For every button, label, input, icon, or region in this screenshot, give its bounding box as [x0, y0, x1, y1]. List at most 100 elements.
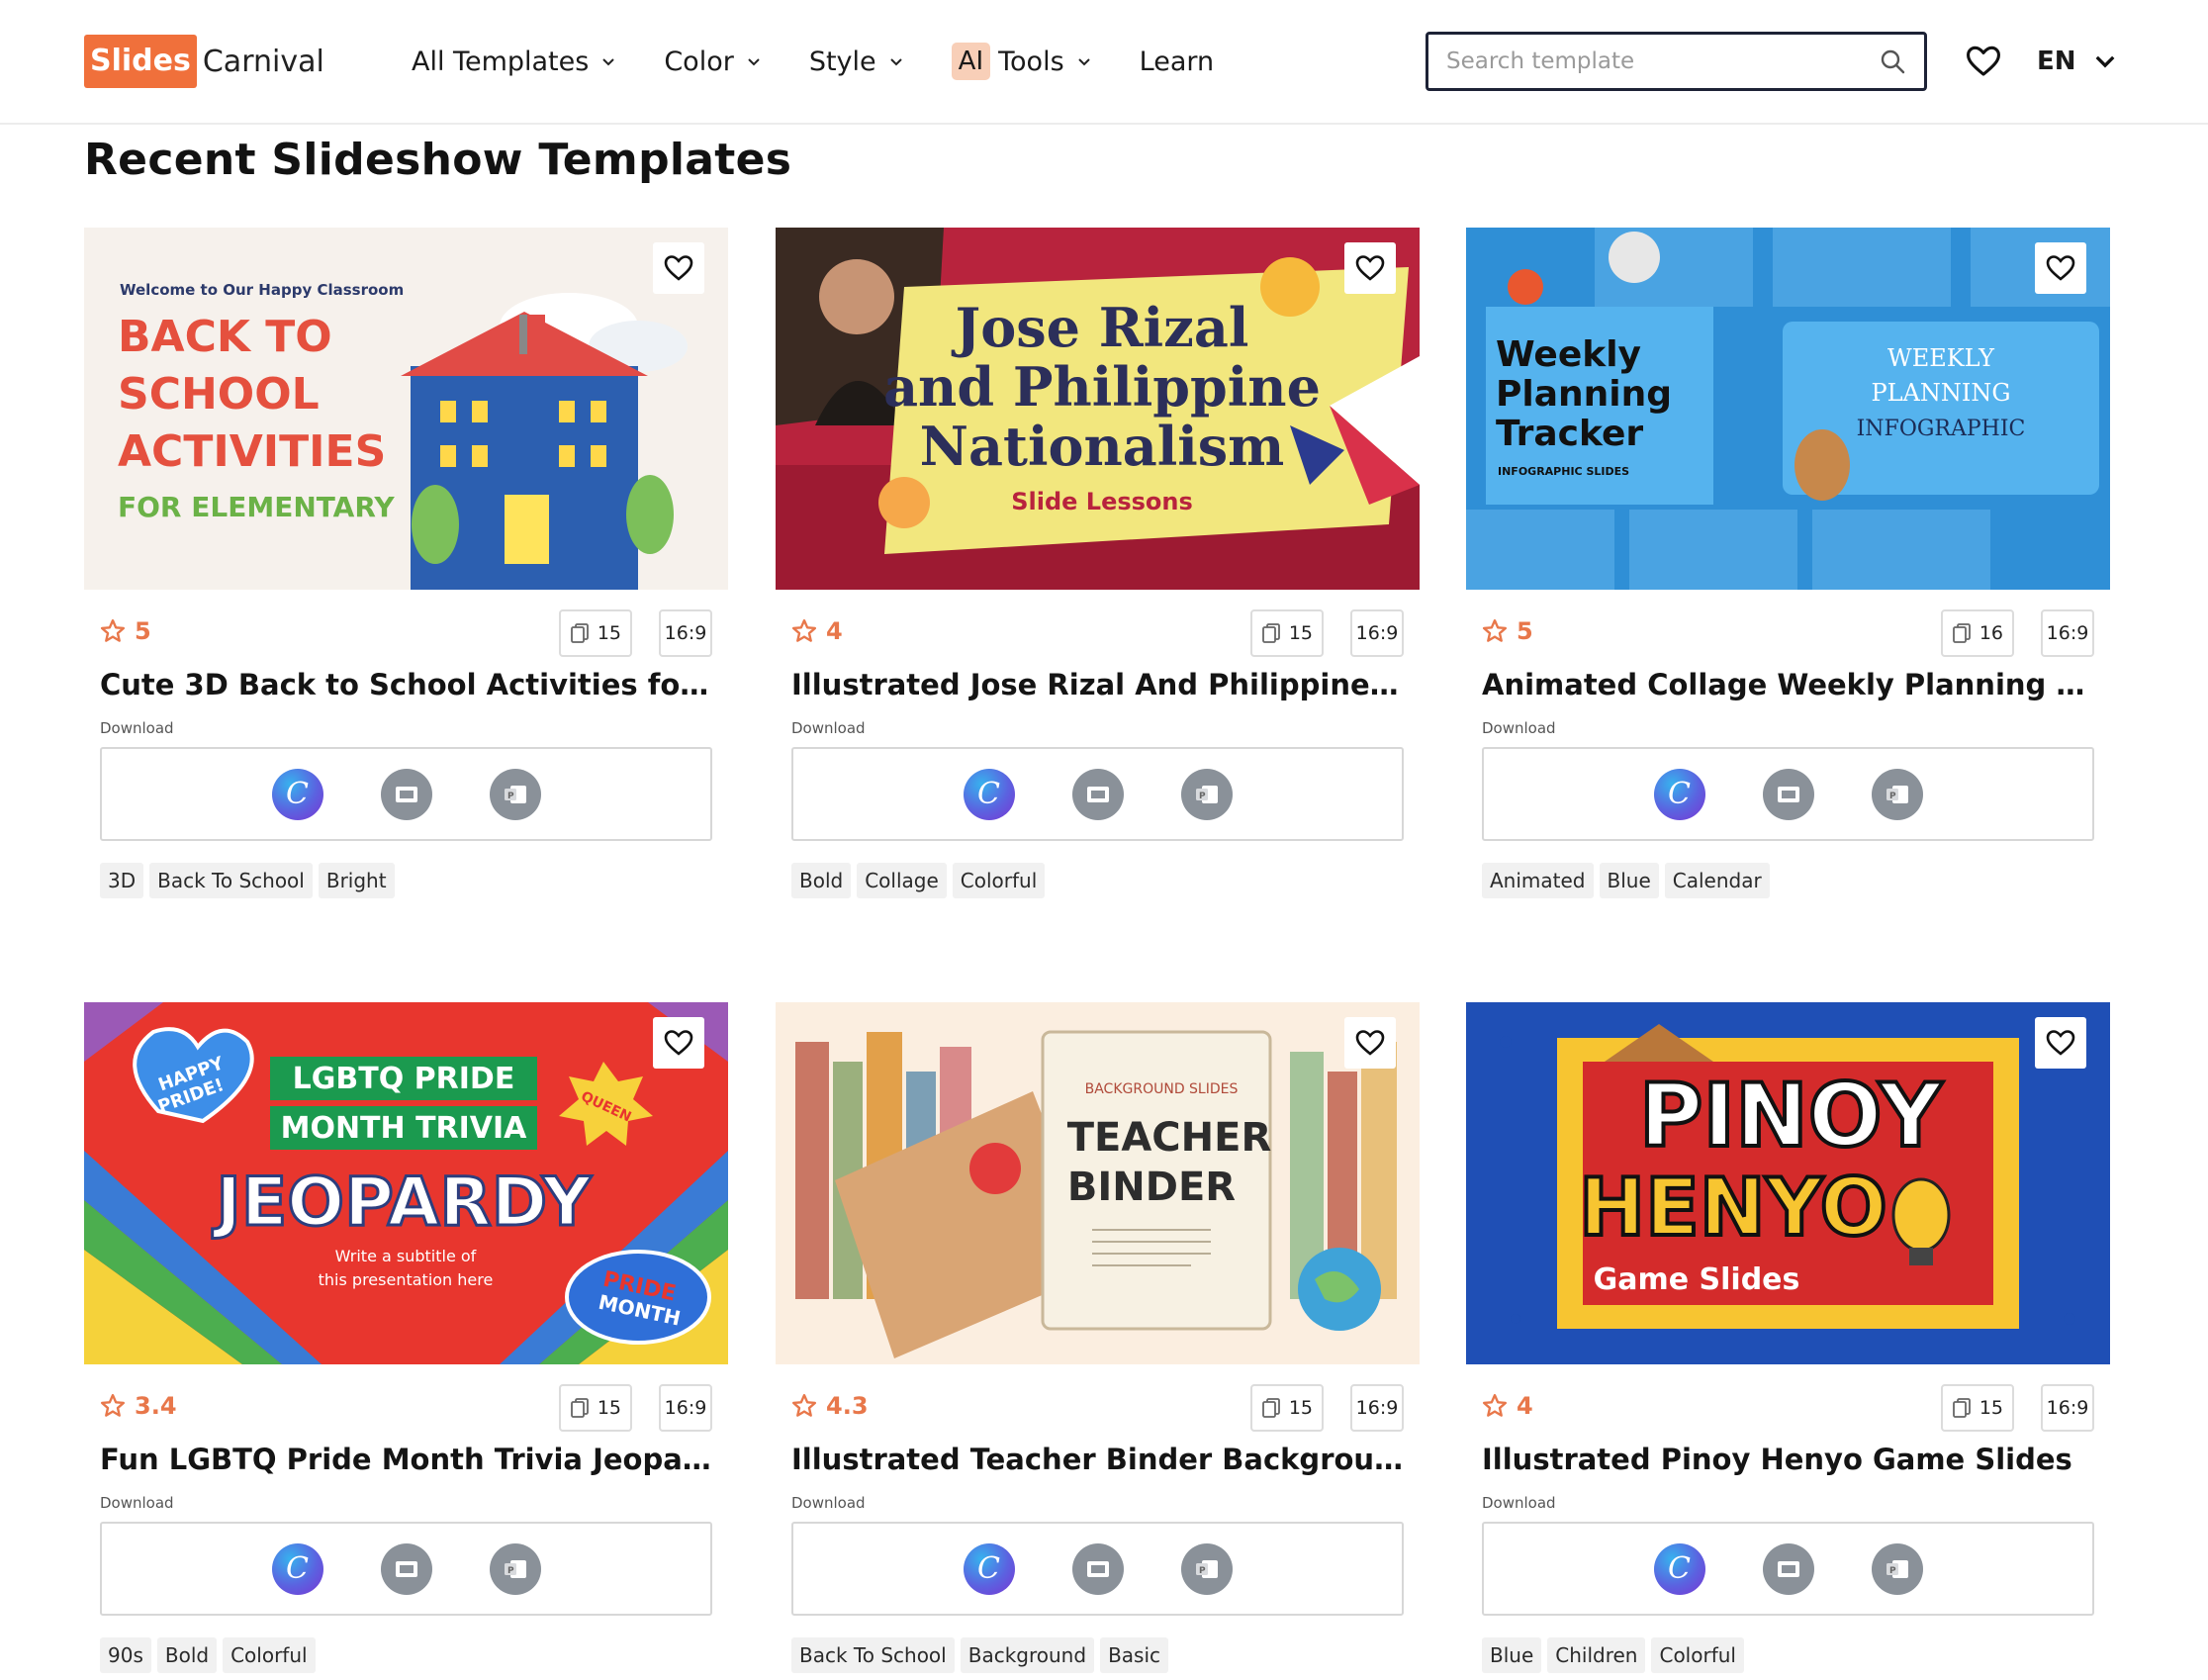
powerpoint-download-button[interactable]: P [1180, 768, 1233, 820]
slides-count: 16 [1978, 622, 2003, 644]
slides-count: 15 [597, 622, 621, 644]
tag[interactable]: Colorful [1651, 1637, 1744, 1673]
svg-text:JEOPARDY: JEOPARDY [213, 1164, 593, 1242]
card-meta: 4 15 16:9 [776, 609, 1420, 657]
powerpoint-download-button[interactable]: P [1871, 768, 1923, 820]
logo[interactable]: Slides Carnival [84, 35, 324, 88]
tag[interactable]: 3D [100, 863, 144, 898]
tag[interactable]: Background [960, 1637, 1095, 1673]
favorites-heart-icon[interactable] [1965, 43, 2002, 80]
svg-text:Game Slides: Game Slides [1594, 1262, 1800, 1297]
powerpoint-icon: P [504, 785, 526, 803]
tag[interactable]: Back To School [791, 1637, 955, 1673]
template-thumbnail[interactable]: BACKGROUND SLIDES TEACHER BINDER [776, 1002, 1420, 1364]
tag[interactable]: Bright [318, 863, 395, 898]
language-selector[interactable]: EN [2037, 42, 2116, 81]
tag[interactable]: Blue [1599, 863, 1659, 898]
svg-text:this presentation here: this presentation here [319, 1270, 494, 1289]
nav-all-templates[interactable]: All Templates [412, 47, 616, 77]
tag[interactable]: 90s [100, 1637, 151, 1673]
tag[interactable]: Colorful [223, 1637, 316, 1673]
google-slides-download-button[interactable] [380, 768, 432, 820]
nav-learn[interactable]: Learn [1140, 47, 1214, 77]
rating-value: 3.4 [135, 1392, 177, 1420]
canva-download-button[interactable]: C [1653, 768, 1705, 820]
search-icon[interactable] [1879, 47, 1906, 75]
tag-list: 3D Back To School Bright [100, 863, 401, 898]
thumbnail-image: Jose Rizal and Philippine Nationalism Sl… [776, 228, 1420, 590]
card-title[interactable]: Illustrated Pinoy Henyo Game Slides [1482, 1443, 2095, 1476]
powerpoint-icon: P [1886, 785, 1908, 803]
card-title[interactable]: Illustrated Teacher Binder Background Sl… [791, 1443, 1405, 1476]
download-options: C P [100, 1522, 712, 1616]
logo-text: Carnival [202, 44, 324, 79]
favorite-button[interactable] [653, 242, 704, 294]
powerpoint-download-button[interactable]: P [489, 768, 541, 820]
powerpoint-download-button[interactable]: P [489, 1542, 541, 1595]
nav-ai-tools[interactable]: AI Tools [951, 43, 1092, 80]
star-icon [100, 1393, 126, 1417]
slides-copy-icon [1952, 623, 1971, 643]
tag[interactable]: Children [1547, 1637, 1646, 1673]
tag[interactable]: Animated [1482, 863, 1594, 898]
google-slides-download-button[interactable] [1071, 768, 1124, 820]
favorite-button[interactable] [653, 1017, 704, 1069]
template-thumbnail[interactable]: Jose Rizal and Philippine Nationalism Sl… [776, 228, 1420, 590]
powerpoint-download-button[interactable]: P [1871, 1542, 1923, 1595]
canva-download-button[interactable]: C [963, 1542, 1015, 1595]
template-thumbnail[interactable]: Weekly Planning Tracker INFOGRAPHIC SLID… [1466, 228, 2110, 590]
google-slides-download-button[interactable] [1762, 768, 1814, 820]
canva-download-button[interactable]: C [271, 768, 323, 820]
tag[interactable]: Calendar [1664, 863, 1770, 898]
download-label: Download [791, 719, 866, 737]
template-thumbnail[interactable]: HAPPY PRIDE! QUEEN LGBTQ PRIDE MONTH TRI… [84, 1002, 728, 1364]
tag[interactable]: Collage [857, 863, 947, 898]
google-slides-download-button[interactable] [380, 1542, 432, 1595]
card-title[interactable]: Cute 3D Back to School Activities for El… [100, 668, 713, 701]
tag[interactable]: Bold [791, 863, 852, 898]
template-thumbnail[interactable]: Welcome to Our Happy Classroom BACK TO S… [84, 228, 728, 590]
slides-count-badge: 15 [558, 1384, 632, 1432]
aspect-ratio-badge: 16:9 [659, 1384, 712, 1432]
favorite-button[interactable] [1344, 1017, 1396, 1069]
download-options: C P [791, 747, 1404, 841]
template-card: PINOY HENYO Game Slides 4 15 16:9 Illust… [1466, 1002, 2110, 1673]
rating-value: 4 [826, 617, 843, 645]
favorite-button[interactable] [2035, 242, 2086, 294]
tag[interactable]: Back To School [149, 863, 313, 898]
nav-label: Color [664, 46, 734, 77]
canva-download-button[interactable]: C [271, 1542, 323, 1595]
card-title[interactable]: Illustrated Jose Rizal And Philippine Na… [791, 668, 1405, 701]
tag-list: Bold Collage Colorful [791, 863, 1051, 898]
heart-icon [1355, 1030, 1385, 1056]
tag-list: Back To School Background Basic [791, 1637, 1174, 1673]
star-icon [791, 618, 817, 642]
tag[interactable]: Colorful [952, 863, 1046, 898]
card-title[interactable]: Fun LGBTQ Pride Month Trivia Jeopardy [100, 1443, 713, 1476]
powerpoint-download-button[interactable]: P [1180, 1542, 1233, 1595]
card-meta: 4.3 15 16:9 [776, 1384, 1420, 1432]
ai-badge: AI [951, 43, 991, 80]
tag[interactable]: Bold [156, 1637, 218, 1673]
tag[interactable]: Blue [1482, 1637, 1542, 1673]
card-title[interactable]: Animated Collage Weekly Planning Infog..… [1482, 668, 2095, 701]
star-icon [791, 1393, 817, 1417]
powerpoint-icon: P [1195, 1559, 1218, 1578]
google-slides-download-button[interactable] [1762, 1542, 1814, 1595]
heart-icon [2046, 1030, 2075, 1056]
favorite-button[interactable] [1344, 242, 1396, 294]
nav-style[interactable]: Style [809, 47, 904, 77]
google-slides-download-button[interactable] [1071, 1542, 1124, 1595]
template-thumbnail[interactable]: PINOY HENYO Game Slides [1466, 1002, 2110, 1364]
nav-color[interactable]: Color [664, 47, 762, 77]
search-input[interactable] [1446, 48, 1879, 74]
download-label: Download [1482, 719, 1556, 737]
canva-download-button[interactable]: C [1653, 1542, 1705, 1595]
site-header: Slides Carnival All Templates Color Styl… [0, 0, 2208, 125]
favorite-button[interactable] [2035, 1017, 2086, 1069]
heart-icon [1355, 255, 1385, 281]
tag[interactable]: Basic [1100, 1637, 1169, 1673]
canva-download-button[interactable]: C [963, 768, 1015, 820]
star-icon [1482, 618, 1508, 642]
svg-text:PLANNING: PLANNING [1871, 379, 2010, 407]
